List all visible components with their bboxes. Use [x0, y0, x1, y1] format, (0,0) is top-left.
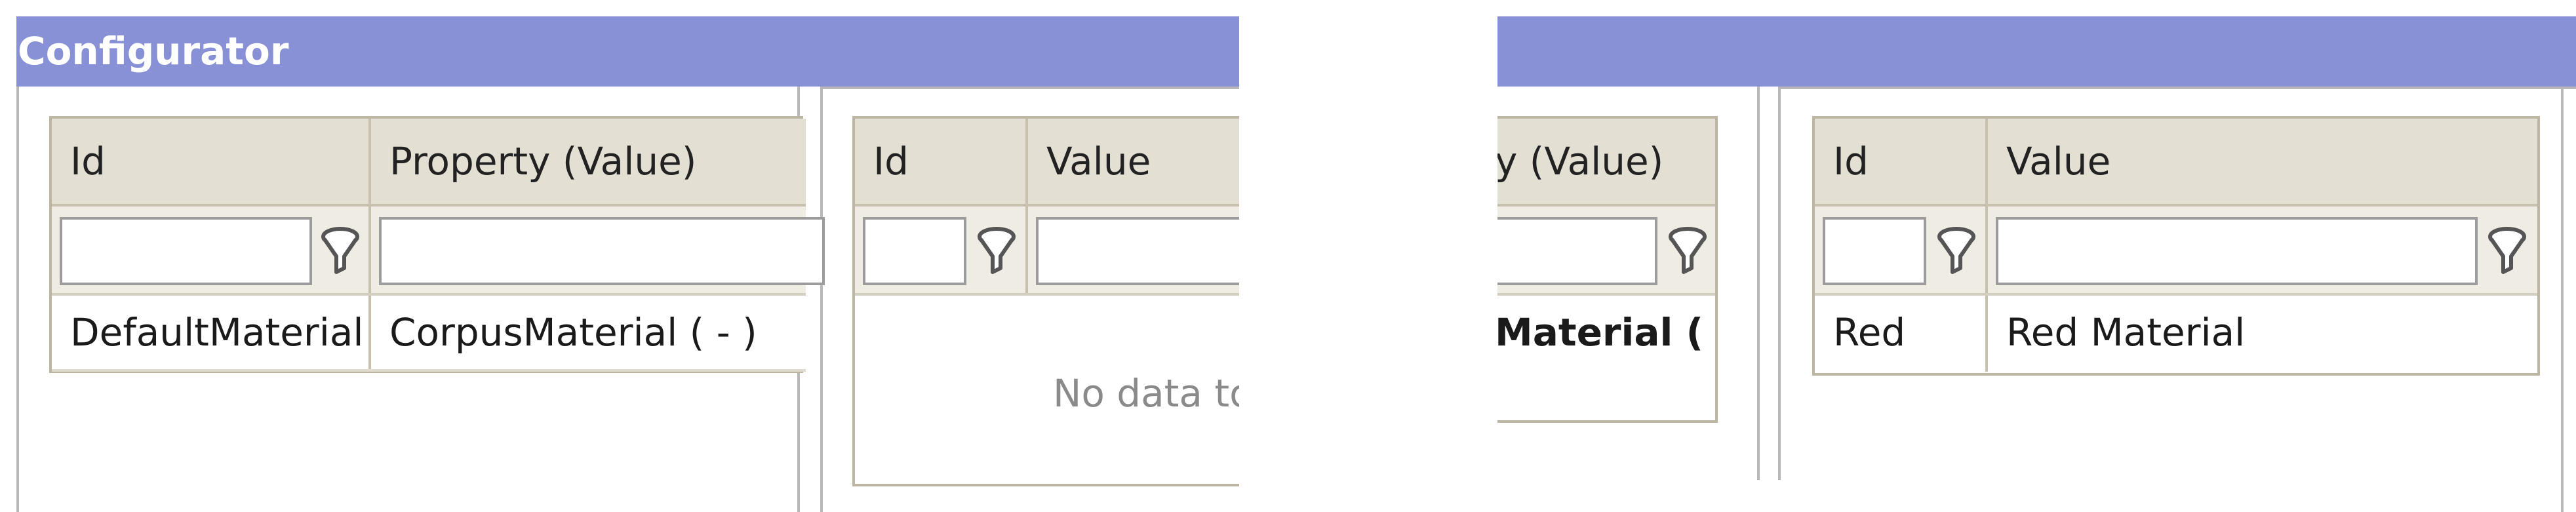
column-header-id[interactable]: Id [855, 119, 1027, 204]
value-filter-input[interactable] [1996, 217, 2478, 285]
filter-icon[interactable] [1935, 225, 1977, 277]
panel-splitter[interactable] [1757, 87, 1760, 480]
column-header-id[interactable]: Id [1815, 119, 1987, 204]
window-title: Configurator [18, 29, 289, 73]
filter-icon[interactable] [1667, 225, 1709, 277]
left-panel-border [16, 87, 19, 512]
column-header-value[interactable]: Value [1988, 119, 2537, 204]
column-separator [1025, 207, 1028, 293]
cell-id: DefaultMaterial [70, 310, 364, 355]
table-row[interactable]: DefaultMaterial CorpusMaterial ( - ) [52, 296, 806, 372]
value-grid: Id Value No data to [852, 116, 1239, 486]
filter-icon[interactable] [2486, 225, 2528, 277]
column-header-property-value[interactable]: y (Value) [1497, 119, 1715, 204]
filter-icon[interactable] [319, 225, 361, 277]
id-filter-input[interactable] [1823, 217, 1926, 285]
value-grid-filter-row [1815, 207, 2537, 296]
property-grid-header: y (Value) [1497, 119, 1715, 207]
table-row[interactable]: Red Red Material [1815, 296, 2537, 372]
configurator-title-bar [1497, 16, 2576, 87]
cell-id: Red [1833, 310, 1906, 355]
splitter-top-line [1778, 87, 2576, 89]
id-filter-input[interactable] [863, 217, 966, 285]
property-grid: y (Value) Material ( [1497, 116, 1718, 423]
configurator-title-bar: Configurator [16, 16, 1239, 87]
column-header-property-value[interactable]: Property (Value) [371, 119, 830, 204]
panel-splitter-edge [1778, 87, 1781, 480]
column-header-value[interactable]: Value [1028, 119, 1239, 204]
right-window: y (Value) Material ( Id Value Red Red Ma… [1497, 0, 2576, 512]
property-grid: Id Property (Value) DefaultMaterial Corp… [49, 116, 825, 373]
value-grid-header: Id Value [1815, 119, 2537, 207]
column-header-id[interactable]: Id [52, 119, 370, 204]
value-grid-header: Id Value [855, 119, 1239, 207]
table-row[interactable]: Material ( [1497, 296, 1715, 372]
property-grid-filter-row [1497, 207, 1715, 296]
value-grid: Id Value Red Red Material [1812, 116, 2540, 376]
column-separator [368, 207, 371, 293]
splitter-top-line [820, 87, 1239, 89]
cell-property-value: CorpusMaterial ( - ) [389, 310, 757, 355]
right-panel-border [2561, 87, 2564, 512]
column-separator [1985, 207, 1988, 293]
property-value-filter-input[interactable] [379, 217, 825, 285]
value-filter-input[interactable] [1036, 217, 1239, 285]
left-window: Configurator Id Property (Value) Default… [0, 0, 1239, 512]
value-grid-filter-row [855, 207, 1239, 296]
cell-value: Red Material [2006, 310, 2246, 355]
property-value-filter-input[interactable] [1497, 217, 1657, 285]
property-grid-header: Id Property (Value) [52, 119, 806, 207]
cell-property-value: Material ( [1497, 310, 1704, 355]
id-filter-input[interactable] [60, 217, 312, 285]
filter-icon[interactable] [976, 225, 1018, 277]
no-data-message: No data to [1053, 371, 1239, 416]
property-grid-filter-row [52, 207, 825, 296]
